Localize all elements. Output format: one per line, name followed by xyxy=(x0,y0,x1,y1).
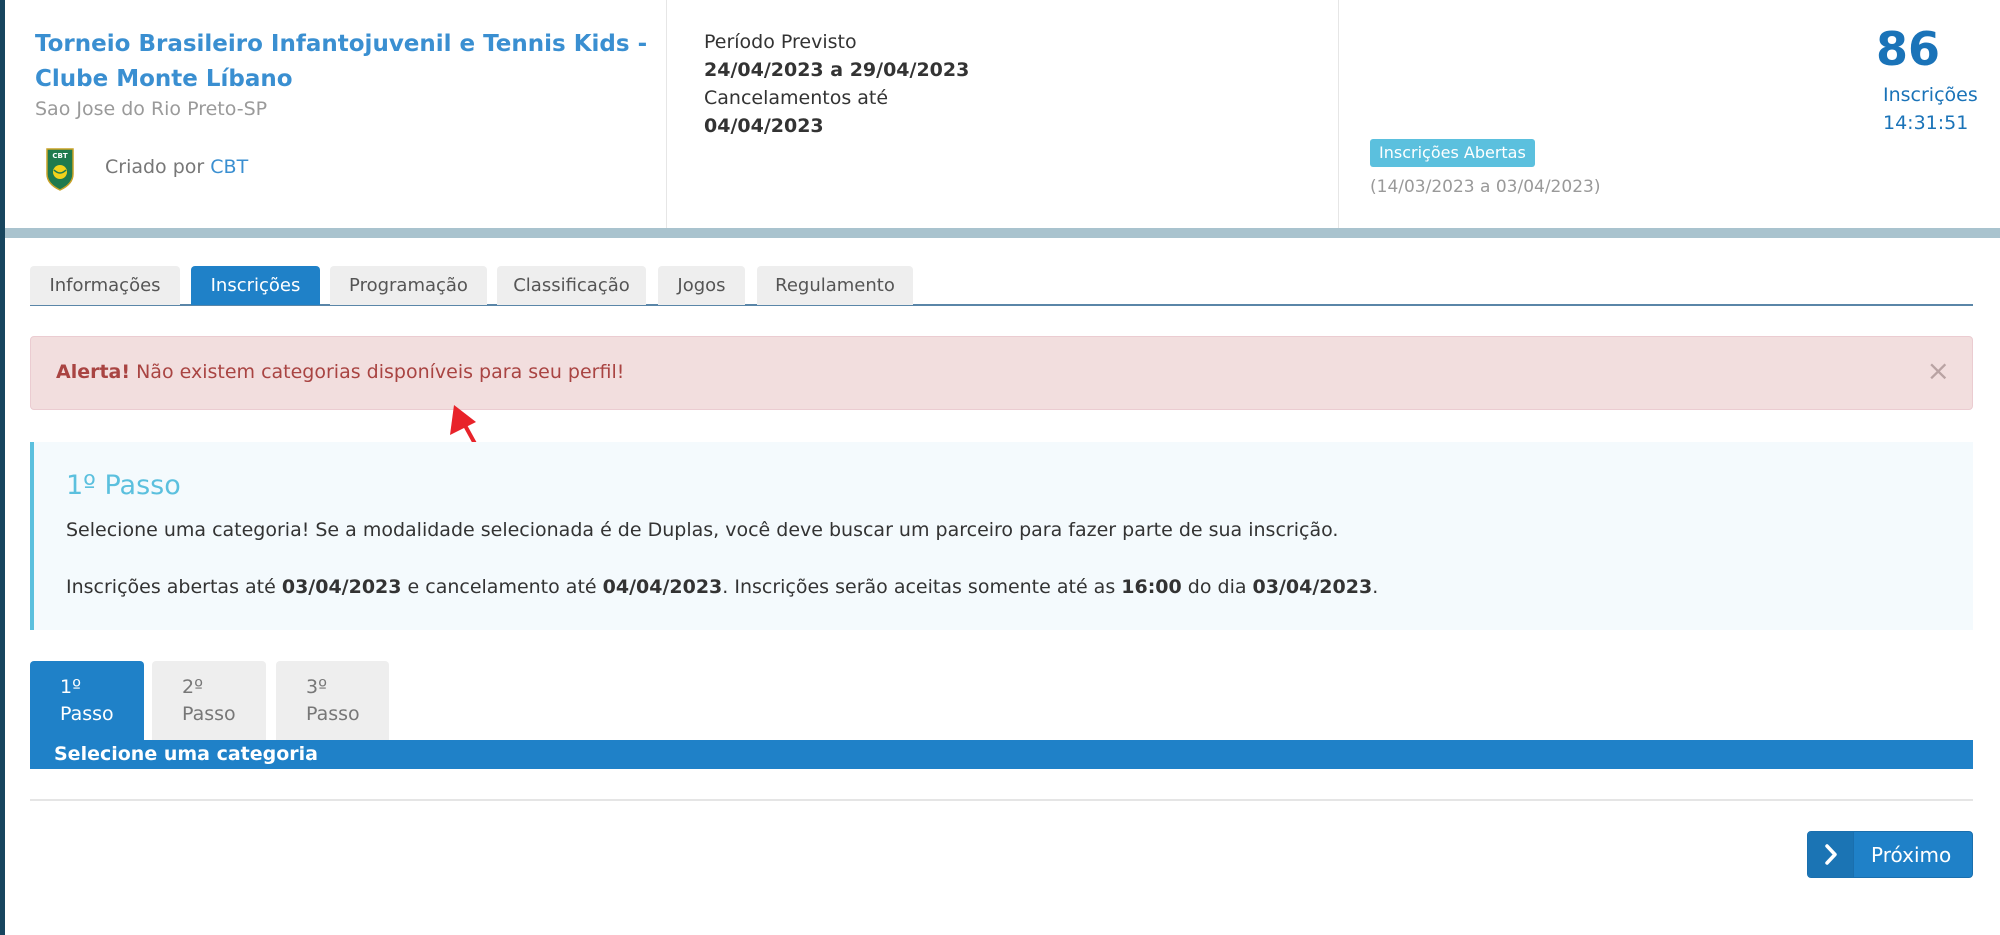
deadline-text-c: e cancelamento até xyxy=(401,576,603,598)
next-button-label: Próximo xyxy=(1871,843,1952,867)
created-by-link[interactable]: CBT xyxy=(210,156,248,178)
period-label: Período Previsto xyxy=(704,31,857,53)
step-tab-1-word: Passo xyxy=(60,703,114,725)
status-badge: Inscrições Abertas xyxy=(1370,139,1535,167)
step-info-deadlines: Inscrições abertas até 03/04/2023 e canc… xyxy=(66,576,1378,598)
step-tab-2-word: Passo xyxy=(182,703,236,725)
tournament-tabs: Informações Inscrições Programação Class… xyxy=(30,266,1973,306)
period-dates: 24/04/2023 a 29/04/2023 xyxy=(704,59,970,81)
deadline-text-a: Inscrições abertas até xyxy=(66,576,282,598)
step-info-title: 1º Passo xyxy=(66,470,181,501)
step-tab-3-word: Passo xyxy=(306,703,360,725)
cbt-logo-text: CBT xyxy=(52,152,67,160)
deadline-text-e: . Inscrições serão aceitas somente até a… xyxy=(722,576,1122,598)
alert-text: Alerta! Não existem categorias disponíve… xyxy=(56,361,624,383)
registrations-count: 86 xyxy=(1875,22,1940,76)
tab-classificacao[interactable]: Classificação xyxy=(497,266,646,305)
alert-danger: Alerta! Não existem categorias disponíve… xyxy=(30,336,1973,410)
tab-programacao[interactable]: Programação xyxy=(330,266,487,305)
deadline-cancel-date: 04/04/2023 xyxy=(602,576,723,598)
tournament-header: Torneio Brasileiro Infantojuvenil e Tenn… xyxy=(5,0,2000,228)
alert-close-button[interactable]: × xyxy=(1927,357,1950,385)
chevron-right-icon xyxy=(1808,832,1854,877)
cancel-date: 04/04/2023 xyxy=(704,115,824,137)
alert-message: Não existem categorias disponíveis para … xyxy=(136,361,625,383)
header-bottom-bar xyxy=(5,228,2000,238)
cbt-logo-icon: CBT xyxy=(46,148,74,191)
step-header-bar: Selecione uma categoria xyxy=(30,740,1973,769)
step-info-panel: 1º Passo Selecione uma categoria! Se a m… xyxy=(30,442,1973,630)
step-tab-3-num: 3º xyxy=(306,676,328,698)
registrations-label: Inscrições xyxy=(1883,84,1978,106)
header-period: Período Previsto 24/04/2023 a 29/04/2023… xyxy=(668,0,1339,228)
deadline-final-date: 03/04/2023 xyxy=(1252,576,1373,598)
deadline-time: 16:00 xyxy=(1121,576,1182,598)
created-by-label: Criado por xyxy=(105,156,205,178)
tab-informacoes[interactable]: Informações xyxy=(30,266,180,305)
deadline-text-g: do dia xyxy=(1181,576,1253,598)
tournament-title-link[interactable]: Torneio Brasileiro Infantojuvenil e Tenn… xyxy=(35,27,655,97)
step-tab-2-num: 2º xyxy=(182,676,204,698)
cancel-label: Cancelamentos até xyxy=(704,87,889,109)
status-range: (14/03/2023 a 03/04/2023) xyxy=(1370,177,1601,197)
created-by: Criado por CBT xyxy=(105,156,248,178)
tab-regulamento[interactable]: Regulamento xyxy=(757,266,913,305)
next-button[interactable]: Próximo xyxy=(1807,831,1973,878)
step-tab-2[interactable]: 2º Passo xyxy=(152,661,266,740)
step-tab-1-num: 1º xyxy=(60,676,82,698)
header-tournament-info: Torneio Brasileiro Infantojuvenil e Tenn… xyxy=(5,0,667,228)
deadline-text-i: . xyxy=(1372,576,1379,598)
step-tab-3[interactable]: 3º Passo xyxy=(276,661,389,740)
deadline-open-date: 03/04/2023 xyxy=(281,576,402,598)
tab-jogos[interactable]: Jogos xyxy=(658,266,745,305)
step-info-text: Selecione uma categoria! Se a modalidade… xyxy=(66,519,1339,541)
section-divider xyxy=(30,799,1973,801)
header-status: Inscrições Abertas (14/03/2023 a 03/04/2… xyxy=(1340,0,2000,228)
alert-strong: Alerta! xyxy=(56,361,131,383)
tab-inscricoes[interactable]: Inscrições xyxy=(191,266,320,305)
registrations-time: 14:31:51 xyxy=(1883,112,1969,134)
step-tab-1[interactable]: 1º Passo xyxy=(30,661,144,740)
tournament-city: Sao Jose do Rio Preto-SP xyxy=(35,98,268,120)
